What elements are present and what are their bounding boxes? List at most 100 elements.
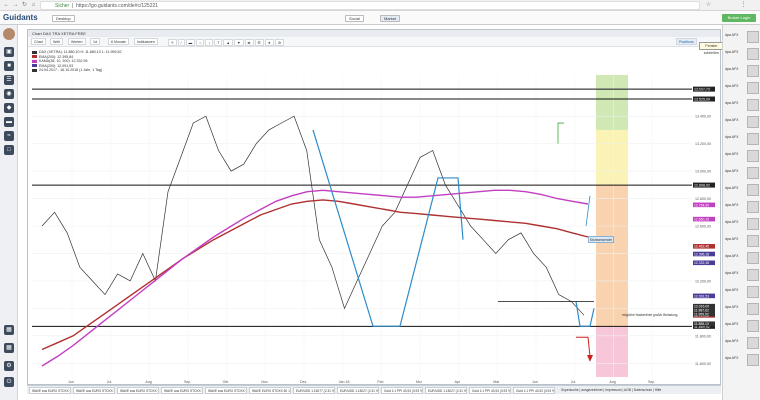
- news-source-label[interactable]: dpa AFX: [725, 305, 745, 309]
- tab-desktop[interactable]: Desktop: [52, 15, 75, 22]
- settings-icon[interactable]: ⚙: [4, 361, 14, 371]
- bottom-tab[interactable]: WAVE EURO STOXX 50 1.25%: [249, 387, 291, 394]
- desktop-icon[interactable]: ▣: [4, 47, 14, 57]
- bottom-tab[interactable]: EUR/USD 1.15027 (2.31 %): [337, 387, 379, 394]
- price-chart[interactable]: 13.597,7913.525,0912.898,9211.869,92 13.…: [28, 47, 720, 385]
- news-source-label[interactable]: dpa AFX: [725, 135, 745, 139]
- monitor-icon[interactable]: ■: [4, 61, 14, 71]
- bell-icon[interactable]: ◆: [4, 103, 14, 113]
- news-thumbnail[interactable]: [747, 354, 759, 366]
- bottom-tab[interactable]: Gold 1:1 PPI 43,93 (3.93 %): [513, 387, 555, 394]
- news-source-label[interactable]: dpa AFX: [725, 254, 745, 258]
- tool-icon[interactable]: ☰: [254, 39, 264, 46]
- bottom-tab[interactable]: Gold 1:1 PPI 43,93 (3.93 %): [381, 387, 423, 394]
- news-thumbnail[interactable]: [747, 167, 759, 179]
- down-arrow-icon: [587, 355, 593, 362]
- list-icon[interactable]: ☰: [4, 75, 14, 85]
- toolbar-interval[interactable]: 1d: [90, 38, 100, 45]
- tool-icon[interactable]: ↕: [205, 39, 214, 46]
- news-source-label[interactable]: dpa AFX: [725, 220, 745, 224]
- toolbar-chart[interactable]: Chart: [31, 38, 46, 45]
- toolbar-welt[interactable]: Welt: [50, 38, 64, 45]
- broker-login-button[interactable]: Broker Login: [722, 14, 756, 22]
- news-source-label[interactable]: dpa AFX: [725, 237, 745, 241]
- news-thumbnail[interactable]: [747, 201, 759, 213]
- news-thumbnail[interactable]: [747, 303, 759, 315]
- back-icon[interactable]: ←: [3, 2, 10, 9]
- news-source-label[interactable]: dpa AFX: [725, 101, 745, 105]
- document-icon[interactable]: □: [4, 145, 14, 155]
- home-icon[interactable]: ⌂: [30, 2, 37, 9]
- news-thumbnail[interactable]: [747, 31, 759, 43]
- bottom-tab[interactable]: WAVE aus EURO STOXX 50: [161, 387, 203, 394]
- news-thumbnail[interactable]: [747, 184, 759, 196]
- news-thumbnail[interactable]: [747, 320, 759, 332]
- eye-icon[interactable]: ◉: [4, 89, 14, 99]
- tool-icon[interactable]: ○: [196, 39, 205, 46]
- news-thumbnail[interactable]: [747, 252, 759, 264]
- news-source-label[interactable]: dpa AFX: [725, 271, 745, 275]
- news-source-label[interactable]: dpa AFX: [725, 288, 745, 292]
- news-source-label[interactable]: dpa AFX: [725, 203, 745, 207]
- news-thumbnail[interactable]: [747, 286, 759, 298]
- tool-icon[interactable]: ▬: [185, 39, 196, 46]
- news-thumbnail[interactable]: [747, 337, 759, 349]
- news-source-label[interactable]: dpa AFX: [725, 152, 745, 156]
- legend-entry: 24.04.2017 - 16.10.2018 (1 Jahr, 1 Tag): [32, 68, 122, 73]
- tool-icon[interactable]: ★: [264, 39, 274, 46]
- wallet-icon[interactable]: ▬: [4, 117, 14, 127]
- news-source-label[interactable]: dpa AFX: [725, 339, 745, 343]
- tool-icon[interactable]: ▼: [233, 39, 244, 46]
- footer-links[interactable]: Supersuche | ausgezeichnet | Impressum |…: [561, 388, 661, 392]
- toolbar-range[interactable]: 6 Monate: [108, 38, 129, 45]
- toolbar-indicators[interactable]: Indikatoren: [134, 38, 158, 45]
- star-icon[interactable]: ☆: [705, 2, 712, 9]
- tab-market[interactable]: Market: [380, 15, 401, 22]
- news-thumbnail[interactable]: [747, 269, 759, 281]
- tool-icon[interactable]: ✎: [168, 39, 178, 46]
- bottom-tab[interactable]: WAVE aus EURO STOXX 50: [205, 387, 247, 394]
- bottom-tab[interactable]: WAVE aus EURO STOXX 50: [73, 387, 115, 394]
- address-bar[interactable]: Sicher | https://go.guidants.com/de#c/12…: [40, 1, 700, 10]
- news-thumbnail[interactable]: [747, 99, 759, 111]
- news-thumbnail[interactable]: [747, 65, 759, 77]
- tool-icon[interactable]: ⇄: [244, 39, 254, 46]
- news-thumbnail[interactable]: [747, 133, 759, 145]
- news-source-label[interactable]: dpa AFX: [725, 356, 745, 360]
- news-source-label[interactable]: dpa AFX: [725, 118, 745, 122]
- news-source-label[interactable]: dpa AFX: [725, 67, 745, 71]
- forward-icon[interactable]: →: [12, 2, 19, 9]
- tool-icon[interactable]: ∕: [178, 39, 185, 46]
- power-icon[interactable]: ⏻: [4, 377, 14, 387]
- toolbar-werten[interactable]: Werten: [68, 38, 86, 45]
- tool-icon[interactable]: T: [214, 39, 223, 46]
- url-text: https://go.guidants.com/de#c/125221: [76, 3, 159, 9]
- folder-icon[interactable]: ▦: [4, 325, 14, 335]
- news-source-label[interactable]: dpa AFX: [725, 169, 745, 173]
- news-thumbnail[interactable]: [747, 235, 759, 247]
- news-thumbnail[interactable]: [747, 82, 759, 94]
- positions-button[interactable]: Positions: [676, 38, 697, 45]
- tool-icon[interactable]: ▲: [223, 39, 233, 46]
- tool-icon[interactable]: ⚙: [275, 39, 285, 46]
- tab-social[interactable]: Social: [345, 15, 364, 22]
- news-thumbnail[interactable]: [747, 116, 759, 128]
- news-thumbnail[interactable]: [747, 150, 759, 162]
- bottom-tab[interactable]: Gold 1:1 PPI 43,93 (3.93 %): [469, 387, 511, 394]
- news-thumbnail[interactable]: [747, 218, 759, 230]
- news-source-label[interactable]: dpa AFX: [725, 322, 745, 326]
- chart-icon[interactable]: ≈: [4, 131, 14, 141]
- news-source-label[interactable]: dpa AFX: [725, 33, 745, 37]
- bottom-tab[interactable]: WAVE aus EURO STOXX 50: [117, 387, 159, 394]
- bottom-tab[interactable]: EUR/USD 1.15077 (2.31 %): [293, 387, 335, 394]
- menu-icon[interactable]: ⋮: [740, 2, 747, 9]
- news-thumbnail[interactable]: [747, 48, 759, 60]
- bottom-tab[interactable]: WAVE aus EURO STOXX 50: [29, 387, 71, 394]
- news-source-label[interactable]: dpa AFX: [725, 186, 745, 190]
- bottom-tab[interactable]: EUR/USD 1.15027 (2.31 %): [425, 387, 467, 394]
- avatar[interactable]: [3, 28, 15, 40]
- folder-icon[interactable]: ▦: [4, 343, 14, 353]
- news-source-label[interactable]: dpa AFX: [725, 50, 745, 54]
- reload-icon[interactable]: ↻: [21, 2, 28, 9]
- news-source-label[interactable]: dpa AFX: [725, 84, 745, 88]
